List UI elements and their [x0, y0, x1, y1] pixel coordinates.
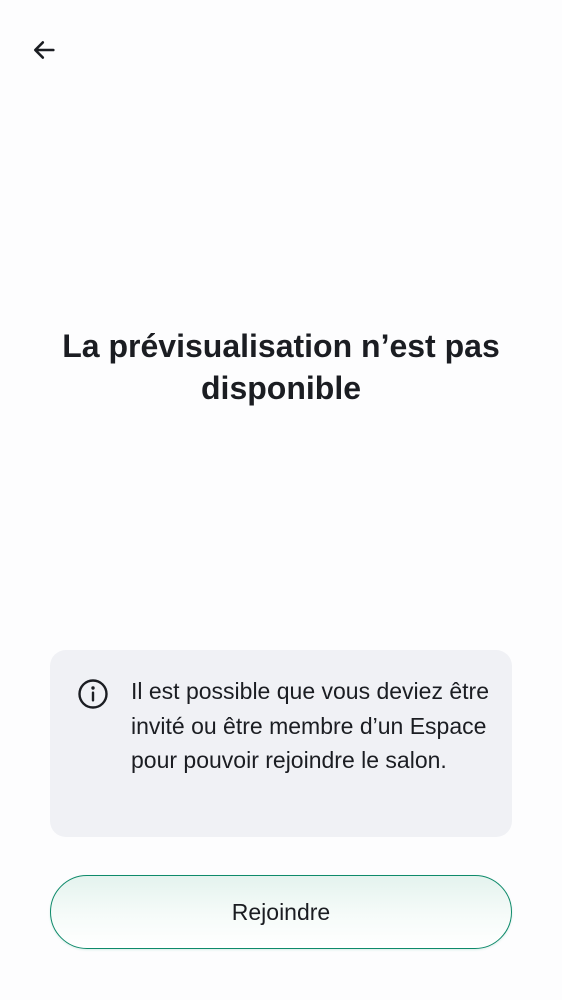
join-button[interactable]: Rejoindre — [50, 875, 512, 949]
page-title: La prévisualisation n’est pas disponible — [62, 328, 500, 406]
info-circle-icon — [78, 679, 108, 709]
info-message: Il est possible que vous deviez être inv… — [131, 678, 489, 773]
room-preview-screen: La prévisualisation n’est pas disponible… — [0, 0, 562, 1000]
back-button[interactable] — [22, 28, 66, 72]
arrow-left-icon — [33, 41, 55, 59]
info-card: Il est possible que vous deviez être inv… — [50, 650, 512, 837]
